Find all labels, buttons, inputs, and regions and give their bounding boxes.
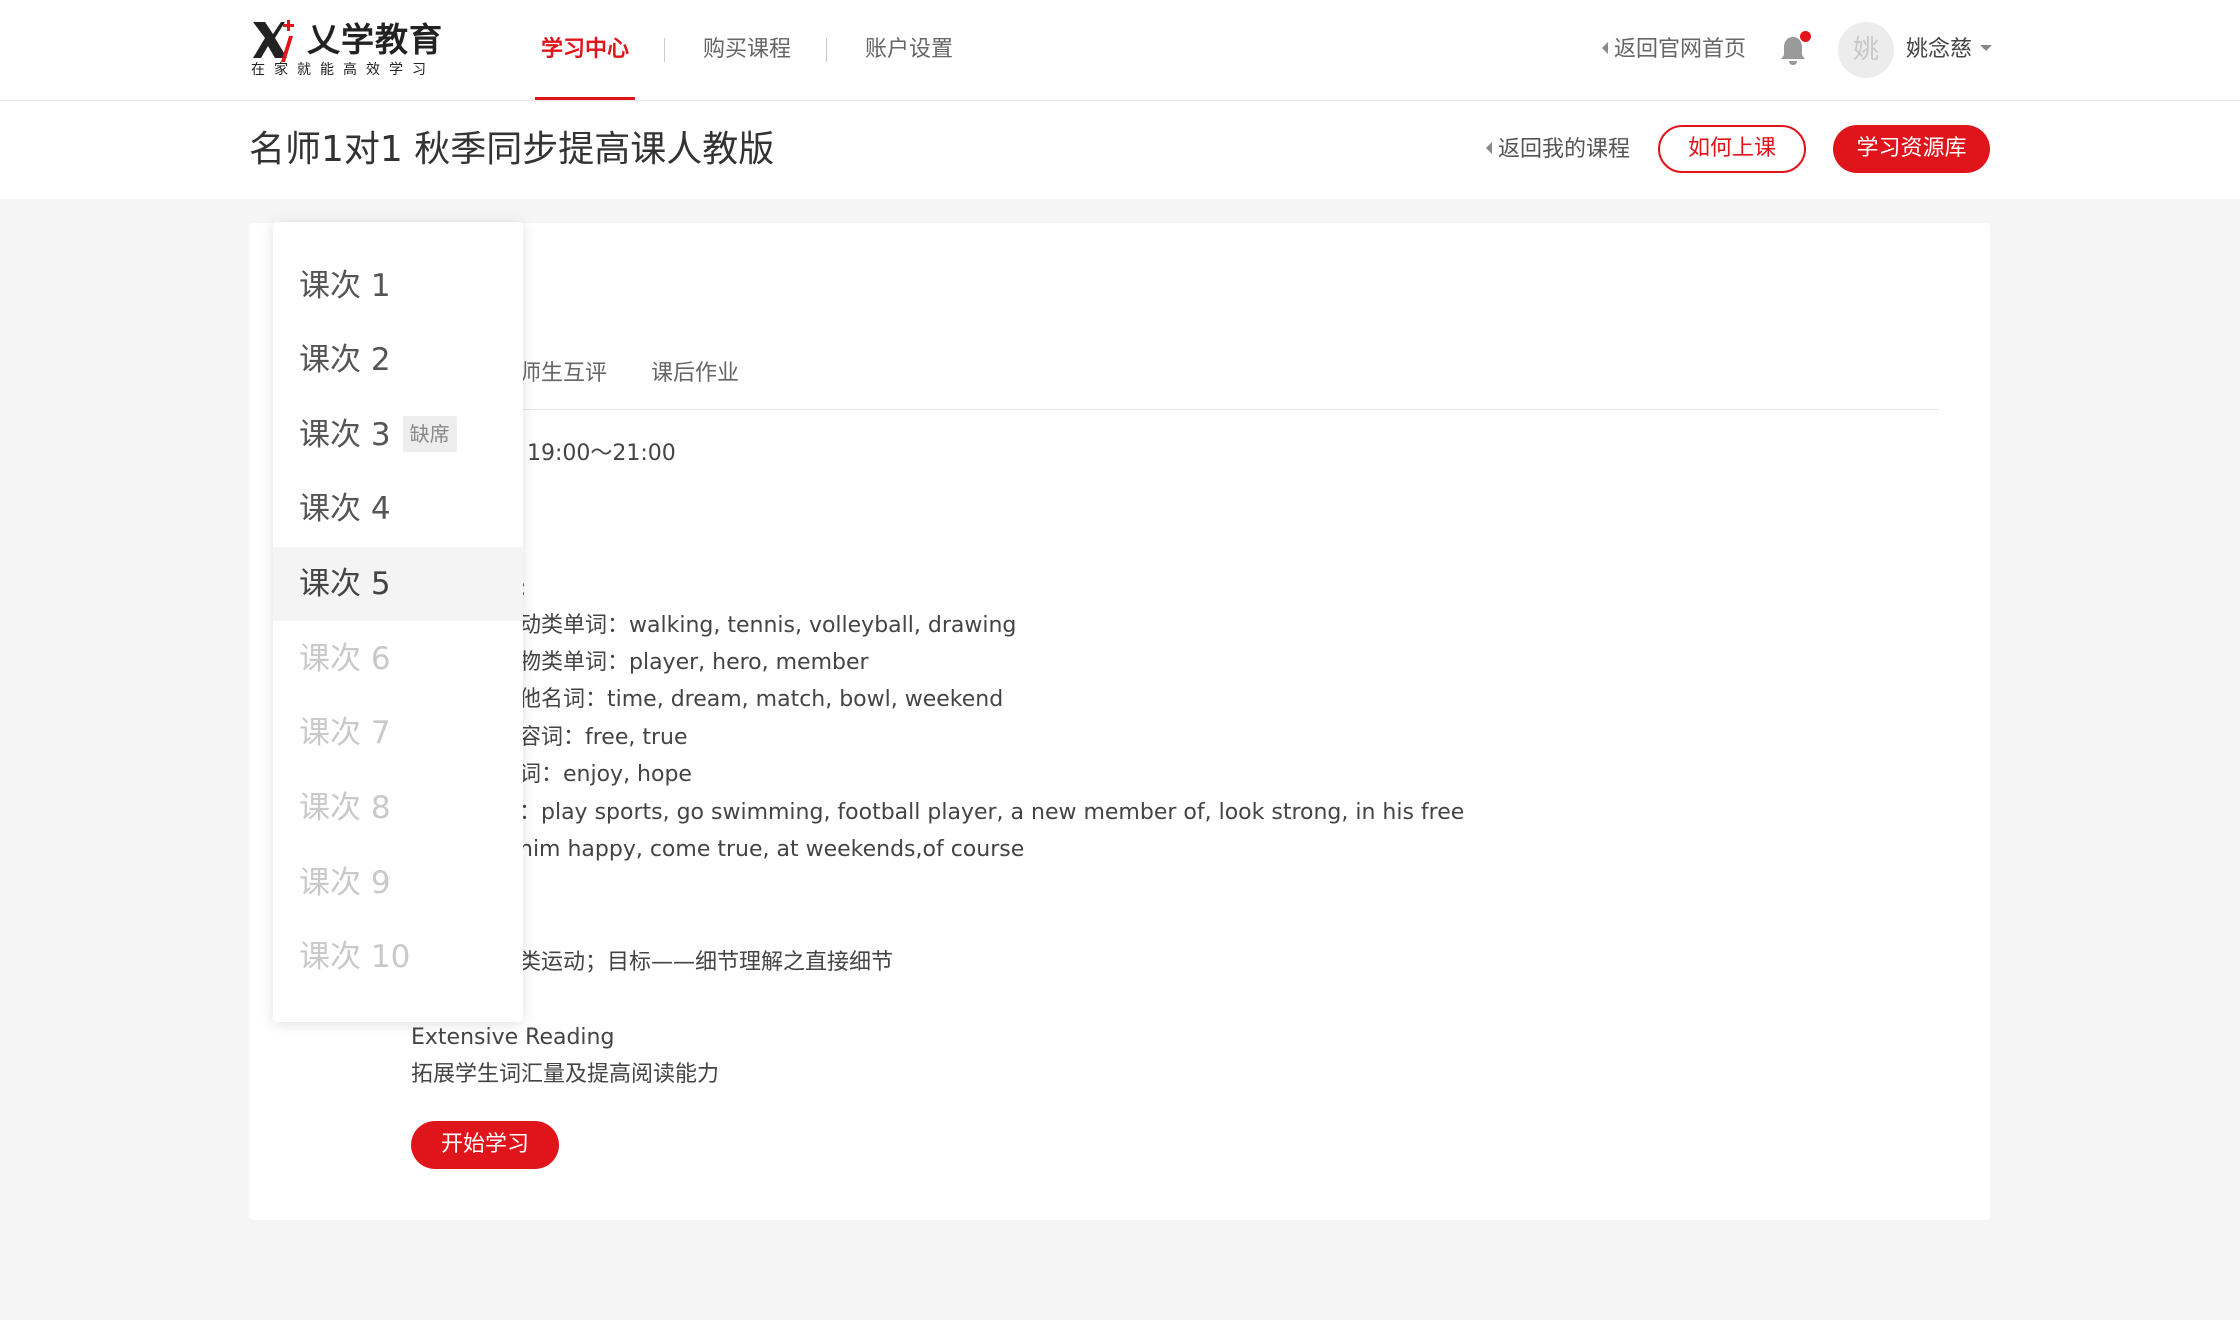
back-to-my-courses-label: 返回我的课程: [1498, 137, 1631, 162]
back-to-home-link[interactable]: 返回官网首页: [1602, 0, 1746, 100]
course-title-bar: 名师1对1 秋季同步提高课人教版 返回我的课程 如何上课 学习资源库: [0, 101, 2240, 199]
vocab-line: him happy, come true, at weekends,of cou…: [519, 837, 1025, 862]
lesson-item-label: 课次 8: [299, 790, 391, 826]
resource-library-button[interactable]: 学习资源库: [1833, 125, 1990, 173]
lesson-item-9: 课次 9: [273, 846, 523, 920]
back-to-my-courses-link[interactable]: 返回我的课程: [1486, 101, 1630, 199]
vocab-line: 他名词：time, dream, match, bowl, weekend: [519, 687, 1004, 712]
lesson-time: 19:00～21:00: [527, 441, 676, 466]
nav-divider: [826, 38, 827, 62]
start-learning-button[interactable]: 开始学习: [411, 1121, 559, 1169]
brand-slogan: 在家就能高效学习: [251, 62, 435, 78]
username-label: 姚念慈: [1906, 37, 1973, 62]
lesson-item-7: 课次 7: [273, 696, 523, 770]
avatar[interactable]: 姚: [1838, 22, 1894, 78]
brand-name: 乂学教育: [307, 20, 443, 59]
top-navbar: 乂学教育 在家就能高效学习 学习中心 购买课程 账户设置 返回官网首页 姚 姚念…: [0, 0, 2240, 101]
lesson-item-label: 课次 3: [299, 417, 391, 453]
logo[interactable]: 乂学教育 在家就能高效学习: [249, 18, 442, 80]
reading-goal-line: 类运动；目标——细节理解之直接细节: [519, 950, 894, 975]
chevron-down-icon: [1980, 45, 1993, 51]
user-menu[interactable]: 姚念慈: [1906, 0, 1993, 100]
lesson-item-label: 课次 10: [299, 939, 411, 975]
lesson-item-3[interactable]: 课次 3 缺席: [273, 398, 523, 472]
nav-item-buy-courses[interactable]: 购买课程: [703, 0, 791, 100]
lesson-item-label: 课次 7: [299, 715, 391, 751]
lesson-item-2[interactable]: 课次 2: [273, 323, 523, 397]
lesson-item-label: 课次 9: [299, 865, 391, 901]
extensive-reading-title: Extensive Reading: [411, 1025, 615, 1050]
vocab-line: 动类单词：walking, tennis, volleyball, drawin…: [519, 613, 1017, 638]
absent-badge: 缺席: [402, 415, 457, 452]
vocab-line: ：play sports, go swimming, football play…: [519, 800, 1465, 825]
nav-item-account-settings[interactable]: 账户设置: [865, 0, 953, 100]
tab-peer-review[interactable]: 师生互评: [519, 359, 607, 389]
lesson-item-1[interactable]: 课次 1: [273, 249, 523, 323]
lesson-item-label: 课次 1: [299, 268, 391, 304]
tab-homework[interactable]: 课后作业: [651, 359, 739, 389]
notification-bell-icon[interactable]: [1778, 31, 1811, 66]
logo-x-icon: [253, 20, 294, 62]
lesson-item-4[interactable]: 课次 4: [273, 472, 523, 546]
lesson-item-label: 课次 2: [299, 342, 391, 378]
lesson-item-6: 课次 6: [273, 622, 523, 696]
vocab-line: 物类单词：player, hero, member: [519, 650, 869, 675]
nav-item-study-center[interactable]: 学习中心: [534, 0, 636, 100]
lesson-item-10: 课次 10: [273, 920, 523, 994]
vocab-line: 词：enjoy, hope: [519, 762, 692, 787]
nav-divider: [664, 38, 665, 62]
lesson-item-label: 课次 6: [299, 641, 391, 677]
lesson-item-label: 课次 4: [299, 491, 391, 527]
page-title: 名师1对1 秋季同步提高课人教版: [249, 129, 775, 170]
lesson-item-5[interactable]: 课次 5: [273, 547, 523, 621]
lesson-item-8: 课次 8: [273, 771, 523, 845]
caret-left-icon: [1486, 142, 1492, 154]
back-to-home-label: 返回官网首页: [1614, 37, 1747, 62]
tabs-divider: [411, 409, 1939, 410]
extensive-reading-desc: 拓展学生词汇量及提高阅读能力: [411, 1062, 720, 1087]
notification-dot: [1800, 31, 1811, 42]
lesson-dropdown: 课次 1 课次 2 课次 3 缺席 课次 4 课次 5 课次 6 课次 7 课次 …: [273, 222, 523, 1022]
caret-left-icon: [1602, 42, 1608, 54]
lesson-item-label: 课次 5: [299, 566, 391, 602]
vocab-line: 容词：free, true: [519, 725, 688, 750]
how-to-attend-button[interactable]: 如何上课: [1658, 125, 1806, 173]
